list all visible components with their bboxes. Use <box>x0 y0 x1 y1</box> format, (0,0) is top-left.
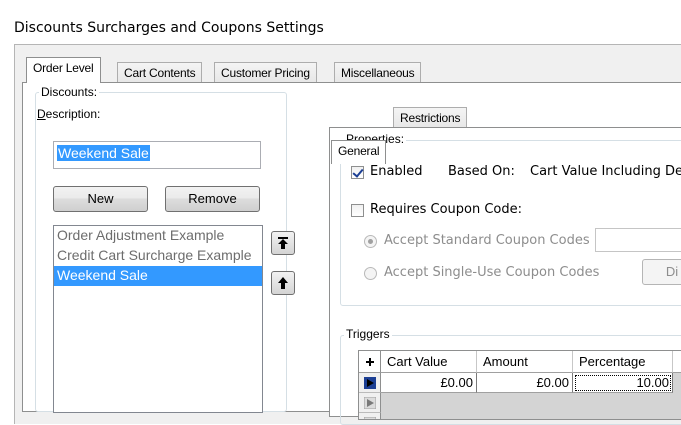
list-item[interactable]: Order Adjustment Example <box>54 226 262 246</box>
new-button[interactable]: New <box>53 186 148 212</box>
column-header-percentage[interactable]: Percentage <box>573 351 673 373</box>
standard-coupon-input[interactable] <box>595 228 681 252</box>
enabled-label: Enabled <box>370 164 423 179</box>
description-label: Description: <box>37 107 101 121</box>
list-item[interactable]: Credit Cart Surcharge Example <box>54 246 262 266</box>
row-indicator-current[interactable] <box>359 373 381 393</box>
row-arrow-icon <box>363 416 376 419</box>
new-button-label: New <box>87 191 114 206</box>
accept-standard-radio[interactable] <box>364 235 377 248</box>
window-title: Discounts Surcharges and Coupons Setting… <box>14 20 324 36</box>
list-item[interactable]: Weekend Sale <box>54 266 262 286</box>
current-row-arrow-icon <box>363 376 376 389</box>
tab-order-level[interactable]: Order Level <box>26 57 101 83</box>
enabled-checkbox[interactable] <box>351 166 364 179</box>
add-icon <box>365 357 374 366</box>
enabled-label-text: Enabled <box>370 164 423 179</box>
remove-button[interactable]: Remove <box>165 186 260 212</box>
accept-single-use-radio[interactable] <box>364 267 377 280</box>
move-to-top-icon <box>278 237 288 249</box>
based-on-label: Based On: <box>448 164 515 179</box>
discounts-list[interactable]: Order Adjustment Example Credit Cart Surc… <box>53 225 263 413</box>
requires-coupon-label: Requires Coupon Code: <box>370 202 523 217</box>
add-trigger-button[interactable] <box>359 351 381 373</box>
tab-miscellaneous[interactable]: Miscellaneous <box>334 62 422 84</box>
order-level-page: Discounts: Description: Weekend Sale New… <box>22 82 681 425</box>
move-to-top-button[interactable] <box>271 231 295 255</box>
general-page: Properties: Enabled Based On: Cart Value… <box>329 127 681 425</box>
description-label-text: escription: <box>45 107 101 121</box>
based-on-select[interactable]: Cart Value Including De <box>530 164 681 179</box>
cell-percentage[interactable]: 10.00 <box>573 373 673 393</box>
row-indicator-extra[interactable] <box>359 413 381 419</box>
move-up-icon <box>278 277 288 289</box>
move-up-button[interactable] <box>271 271 295 295</box>
row-indicator-new[interactable] <box>359 393 381 413</box>
remove-button-label: Remove <box>188 191 237 206</box>
triggers-grid[interactable]: Cart Value Amount Percentage £0.00 £0.00… <box>358 350 681 420</box>
requires-coupon-checkbox[interactable] <box>351 204 364 217</box>
row-arrow-icon <box>363 396 376 409</box>
description-value: Weekend Sale <box>57 145 150 161</box>
accept-single-use-label: Accept Single-Use Coupon Codes <box>384 265 600 280</box>
discounts-list-items: Order Adjustment Example Credit Cart Surc… <box>54 226 262 286</box>
tab-cart-contents[interactable]: Cart Contents <box>117 62 203 84</box>
cell-cart-value[interactable]: £0.00 <box>381 373 477 393</box>
single-use-codes-button-label: Di <box>665 264 679 279</box>
triggers-group-label: Triggers <box>344 327 392 341</box>
tab-customer-pricing[interactable]: Customer Pricing <box>214 62 317 84</box>
cell-amount[interactable]: £0.00 <box>477 373 573 393</box>
accept-standard-label: Accept Standard Coupon Codes <box>384 233 590 248</box>
tab-general[interactable]: General <box>331 140 387 164</box>
tab-restrictions[interactable]: Restrictions <box>393 107 468 129</box>
column-header-cart-value[interactable]: Cart Value <box>381 351 477 373</box>
description-input[interactable]: Weekend Sale <box>53 141 261 169</box>
discounts-group-label: Discounts: <box>39 85 100 99</box>
column-header-amount[interactable]: Amount <box>477 351 573 373</box>
column-header-filler <box>673 351 681 373</box>
single-use-codes-button[interactable]: Di <box>642 259 681 285</box>
